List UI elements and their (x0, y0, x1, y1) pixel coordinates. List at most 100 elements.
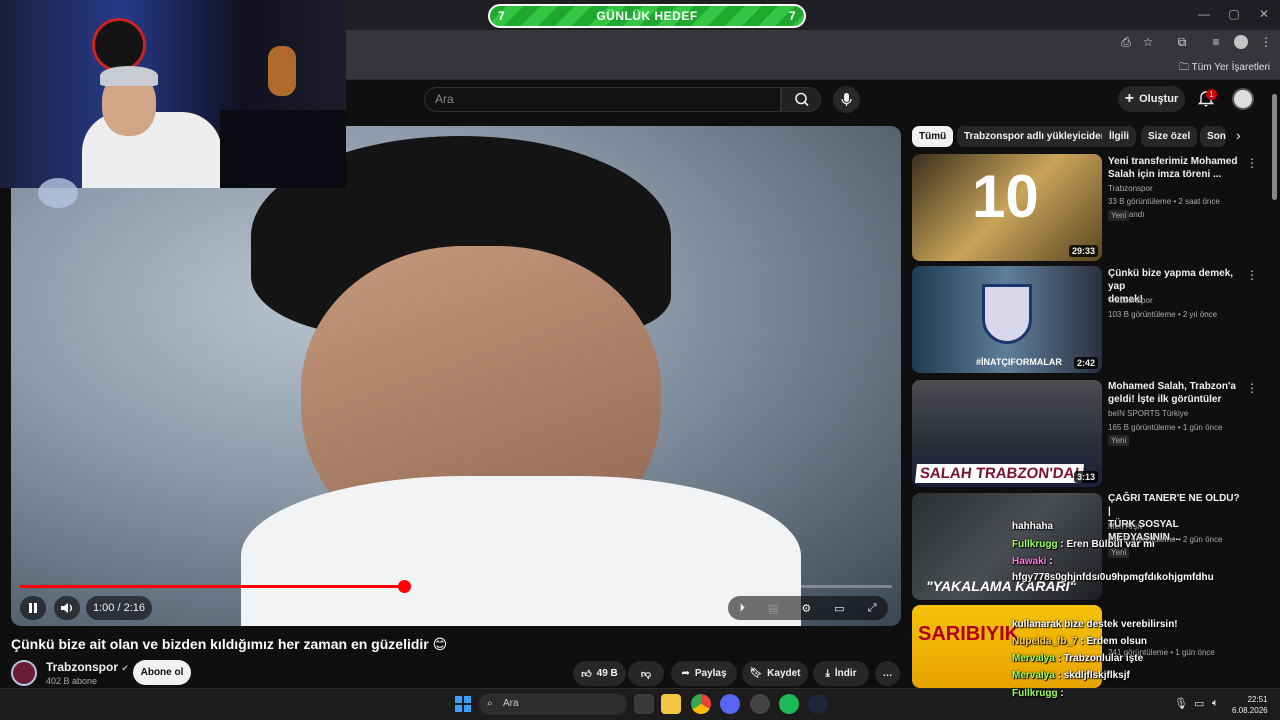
chat-message: kullanarak bize destek verebilirsin! (1012, 619, 1178, 630)
video-player[interactable] (11, 126, 901, 626)
close-icon[interactable]: ✕ (1256, 6, 1272, 22)
guitar-decor (268, 46, 296, 96)
daily-goal-bar: 7 GÜNLÜK HEDEF 7 (488, 4, 806, 28)
chat-message: Fullkrugg : Eren Bülbül var mı (1012, 539, 1155, 550)
chip-related[interactable]: İlgili (1102, 126, 1136, 147)
goal-label: GÜNLÜK HEDEF (596, 9, 698, 23)
taskbar-clock[interactable]: 22:51 6.08.2026 (1232, 694, 1268, 716)
volume-icon (61, 603, 72, 613)
goal-right-value: 7 (788, 9, 796, 23)
like-button[interactable]: 👍︎ 49 B (573, 661, 626, 686)
goal-left-value: 7 (498, 9, 506, 23)
recommendation-title[interactable]: Yeni transferimiz Mohamed Salah için imza… (1108, 155, 1240, 181)
chat-message: hahhaha (1012, 521, 1054, 532)
download-icon: ⤓ (825, 668, 830, 679)
search-button[interactable] (781, 87, 821, 112)
channel-name[interactable]: Trabzonspor ✔ (46, 660, 129, 674)
more-vertical-icon[interactable]: ⋮ (1246, 268, 1258, 282)
all-bookmarks-link[interactable]: 🗀 Tüm Yer İşaretleri (1179, 60, 1270, 77)
search-icon (795, 92, 809, 107)
recommendation-channel[interactable]: Trabzonspor (1108, 294, 1258, 307)
more-vertical-icon[interactable]: ⋮ (1246, 156, 1258, 170)
chips-next-icon[interactable]: › (1236, 127, 1241, 143)
task-view-icon[interactable] (634, 694, 654, 714)
create-button[interactable]: + Oluştur (1118, 86, 1185, 112)
settings-gear-icon[interactable]: ⚙ (801, 602, 811, 615)
file-explorer-icon[interactable] (661, 694, 681, 714)
chip-for-you[interactable]: Size özel (1141, 126, 1198, 147)
chip-all[interactable]: Tümü (912, 126, 954, 147)
spotify-icon[interactable] (779, 694, 799, 714)
recommendation-thumbnail[interactable]: 10 29:33 (912, 154, 1102, 261)
recommendation-channel[interactable]: Trabzonspor (1108, 182, 1258, 195)
chip-uploader[interactable]: Trabzonspor adlı yükleyiciden (957, 126, 1114, 147)
share-button[interactable]: ➦ Paylaş (671, 661, 737, 686)
browser-menu-icon[interactable]: ⋮ (1258, 34, 1274, 50)
chat-message: Mervalya : Trabzonlular işte (1012, 653, 1144, 664)
voice-search-button[interactable] (833, 86, 860, 113)
discord-icon[interactable] (720, 694, 740, 714)
bookmark-icon: 🔖︎ (749, 668, 763, 679)
page-scrollbar[interactable] (1272, 94, 1277, 200)
video-duration: 3:13 (1073, 471, 1098, 483)
thumbs-up-icon: 👍︎ (581, 668, 592, 680)
club-crest-icon (982, 284, 1032, 344)
windows-start-icon[interactable] (455, 696, 471, 712)
profile-icon[interactable] (1234, 35, 1248, 49)
more-vertical-icon[interactable]: ⋮ (1246, 381, 1258, 395)
folder-icon: 🗀 (1179, 62, 1192, 73)
fullscreen-icon[interactable]: ⤢ (868, 602, 877, 615)
recommendation-meta: 165 B görüntüleme • 1 gün önce (1108, 423, 1223, 432)
save-button[interactable]: 🔖︎ Kaydet (742, 661, 808, 686)
subscriber-count: 402 B abone (46, 676, 98, 686)
microphone-icon (841, 93, 852, 106)
search-input[interactable]: Ara (424, 87, 781, 112)
recommendation-channel[interactable]: Meh Arşiv (1108, 520, 1258, 533)
chat-message: Hawaki : (1012, 556, 1053, 567)
miniplayer-icon[interactable]: ▭ (834, 602, 844, 615)
recommendation-thumbnail[interactable]: SALAH TRABZON'DA! 3:13 (912, 380, 1102, 487)
chat-message: Mervalya : skdljflskjflksjf (1012, 670, 1130, 681)
recommendation-meta: 103 B görüntüleme • 2 yıl önce (1108, 310, 1218, 319)
more-actions-button[interactable]: … (875, 661, 900, 686)
obs-icon[interactable] (750, 694, 770, 714)
recommendation-title[interactable]: Mohamed Salah, Trabzon'a geldi! İşte ilk … (1108, 380, 1240, 406)
maximize-icon[interactable]: ▢ (1226, 6, 1242, 22)
recommendation-channel[interactable]: beIN SPORTS Türkiye (1108, 407, 1258, 420)
chat-message: hfgy778s0ghjnfdsı0u9hpmgfdıkohjgmfdhu (1012, 572, 1214, 583)
account-avatar[interactable] (1232, 88, 1254, 110)
cast-icon[interactable]: ⎙ (1118, 34, 1134, 50)
search-icon: ⌕ (487, 698, 493, 709)
media-control-icon[interactable]: ≡ (1208, 34, 1224, 50)
subtitles-icon[interactable]: ▤ (768, 602, 778, 615)
time-display: 1:00 / 2:16 (86, 596, 152, 620)
channel-avatar[interactable] (11, 660, 37, 686)
streamer-logo (92, 18, 146, 72)
plus-icon: + (1124, 90, 1135, 107)
speaker-icon[interactable]: 🔈︎ (1212, 697, 1219, 710)
network-icon[interactable]: ▭ (1194, 697, 1204, 710)
trabzonspor-watermark (38, 178, 78, 208)
video-frame-shirt (241, 476, 801, 626)
chrome-icon[interactable] (691, 694, 711, 714)
video-title: Çünkü bize ait olan ve bizden kıldığımız… (11, 636, 448, 652)
taskbar-search-input[interactable]: ⌕ Ara (479, 693, 627, 715)
chip-recent[interactable]: Son (1200, 126, 1226, 147)
video-duration: 2:42 (1073, 357, 1098, 369)
progress-bar-played (20, 585, 404, 588)
bookmark-star-icon[interactable]: ☆ (1140, 34, 1156, 50)
thumbs-down-icon: 👎︎ (640, 668, 652, 680)
pause-button[interactable] (20, 596, 46, 620)
recommendation-thumbnail[interactable]: #İNATÇIFORMALAR 2:42 (912, 266, 1102, 373)
progress-scrubber[interactable] (398, 580, 411, 593)
download-button[interactable]: ⤓ İndir (813, 661, 869, 686)
autoplay-toggle-icon[interactable]: ⏵ (740, 602, 746, 615)
minimize-icon[interactable]: — (1196, 6, 1212, 22)
dislike-button[interactable]: 👎︎ (628, 661, 664, 686)
subscribe-button[interactable]: Abone ol (133, 660, 191, 685)
extensions-icon[interactable]: ⧉ (1174, 34, 1190, 50)
volume-button[interactable] (54, 596, 80, 620)
steam-icon[interactable] (808, 694, 828, 714)
chat-message: Nupelda_fb_7 : Erdem olsun (1012, 636, 1148, 647)
microphone-tray-icon[interactable]: 🎙︎ (1174, 697, 1188, 710)
